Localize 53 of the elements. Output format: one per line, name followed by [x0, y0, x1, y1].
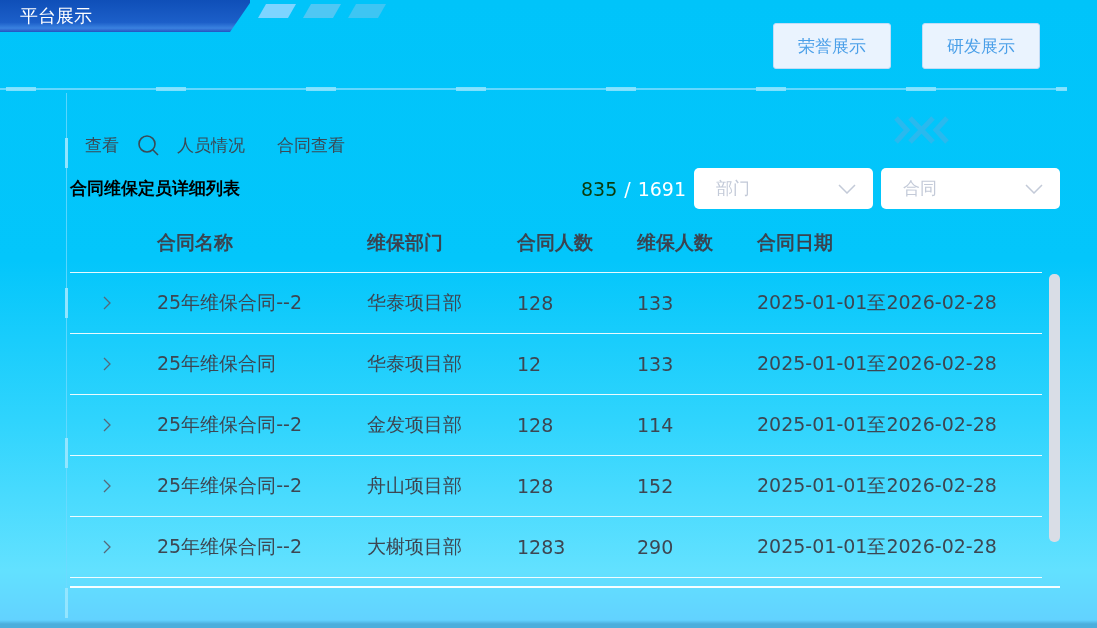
count-separator: / [624, 177, 631, 200]
scrollbar-thumb[interactable] [1049, 274, 1060, 542]
table-cell-text: 2025-01-01至2026-02-28 [757, 412, 998, 437]
table-cell-text: 128 [517, 292, 555, 314]
table-cell-text: 华泰项目部 [367, 351, 463, 376]
chevron-right-icon[interactable] [103, 479, 111, 493]
table-cell-text: 2025-01-01至2026-02-28 [757, 290, 998, 315]
table-cell-text: 2025-01-01至2026-02-28 [757, 473, 998, 498]
table-cell-text: 25年维保合同--2 [157, 290, 303, 315]
filter-select[interactable]: 部门 [694, 168, 873, 209]
page-title: 平台展示 [20, 4, 92, 28]
table-cell-text: 1283 [517, 536, 567, 558]
chevron-right-icon[interactable] [103, 418, 111, 432]
toolbar-link[interactable]: 合同查看 [277, 133, 345, 157]
table-cell-text: 133 [637, 292, 675, 314]
table-cell-text: 290 [637, 536, 675, 558]
chevron-right-icon[interactable] [103, 296, 111, 310]
search-icon[interactable] [137, 134, 159, 156]
shown-count: 835 [580, 177, 618, 200]
table-cell-text: 金发项目部 [367, 412, 463, 437]
filter-select[interactable]: 合同 [881, 168, 1060, 209]
table-cell-text: 12 [517, 353, 543, 375]
column-header: 合同日期 [757, 229, 834, 255]
chevrons-icon [893, 115, 950, 145]
column-header: 合同人数 [517, 229, 594, 255]
column-header: 维保人数 [637, 229, 714, 255]
list-title: 合同维保定员详细列表 [70, 177, 241, 200]
chevron-right-icon[interactable] [103, 357, 111, 371]
table-cell-text: 25年维保合同--2 [157, 473, 303, 498]
table-cell-text: 128 [517, 475, 555, 497]
table-cell-text: 25年维保合同--2 [157, 412, 303, 437]
table-cell-text: 25年维保合同--2 [157, 534, 303, 559]
nav-button[interactable]: 荣誉展示 [773, 23, 891, 69]
nav-button[interactable]: 研发展示 [922, 23, 1040, 69]
toolbar-link[interactable]: 人员情况 [177, 133, 245, 157]
chevron-right-icon[interactable] [103, 540, 111, 554]
table-cell-text: 舟山项目部 [367, 473, 463, 498]
table-cell-text: 152 [637, 475, 675, 497]
column-header: 维保部门 [367, 229, 444, 255]
table-cell-text: 133 [637, 353, 675, 375]
total-count: 1691 [637, 177, 686, 200]
chevron-down-icon [1025, 183, 1043, 194]
table-cell-text: 114 [637, 414, 675, 436]
column-header: 合同名称 [157, 229, 234, 255]
table-cell-text: 2025-01-01至2026-02-28 [757, 351, 998, 376]
table-cell-text: 大榭项目部 [367, 534, 463, 559]
table-cell-text: 25年维保合同 [157, 351, 278, 376]
chevron-down-icon [838, 183, 856, 194]
stripes-icon [258, 4, 386, 18]
table-cell-text: 128 [517, 414, 555, 436]
toolbar-link[interactable]: 查看 [85, 133, 119, 157]
table-cell-text: 2025-01-01至2026-02-28 [757, 534, 998, 559]
table-cell-text: 华泰项目部 [367, 290, 463, 315]
